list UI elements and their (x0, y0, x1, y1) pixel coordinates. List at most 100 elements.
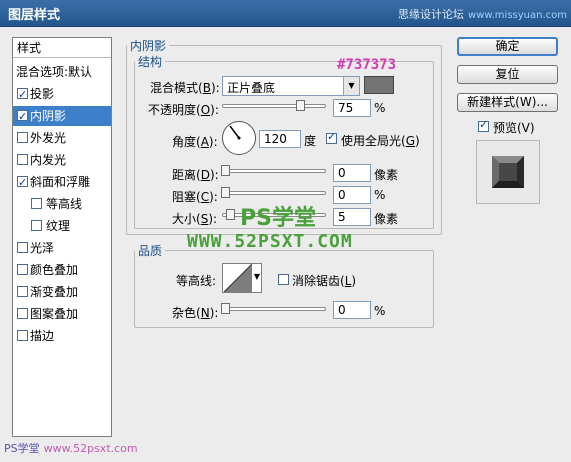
shadow-color-swatch[interactable] (364, 76, 394, 94)
choke-input[interactable]: 0 (333, 186, 371, 204)
style-list-item[interactable]: 内发光 (13, 150, 111, 170)
style-list-item[interactable]: 混合选项:默认 (13, 62, 111, 82)
choke-unit: % (374, 188, 386, 202)
style-checkbox[interactable] (17, 85, 28, 105)
style-list-item-label: 光泽 (30, 241, 55, 255)
global-light-label: 使用全局光(G) (341, 134, 420, 148)
anti-alias-label: 消除锯齿(L) (292, 274, 357, 288)
style-list-item-label: 描边 (30, 329, 55, 343)
style-checkbox[interactable] (17, 264, 28, 275)
style-checkbox[interactable] (31, 198, 42, 209)
global-light-checkbox[interactable] (326, 130, 337, 144)
distance-slider-thumb[interactable] (221, 165, 230, 176)
blend-mode-value: 正片叠底 (227, 81, 276, 95)
color-hex-annotation: #737373 (337, 57, 397, 73)
site-watermark: WWW.52PSXT.COM (187, 231, 353, 252)
style-checkbox[interactable] (17, 242, 28, 253)
style-list-item-label: 混合选项:默认 (16, 65, 93, 79)
style-list-item[interactable]: 渐变叠加 (13, 282, 111, 302)
angle-dial[interactable] (222, 121, 256, 155)
style-list-item-label: 图案叠加 (30, 307, 79, 321)
style-checkbox[interactable] (17, 154, 28, 165)
ok-button[interactable]: 确定 (457, 37, 558, 56)
inner-shadow-title: 内阴影 (130, 39, 167, 53)
style-checkbox[interactable] (17, 107, 28, 127)
style-list-header: 样式 (13, 38, 111, 58)
distance-input[interactable]: 0 (333, 164, 371, 182)
style-list-item-label: 纹理 (46, 219, 71, 233)
contour-curve-icon (224, 264, 252, 292)
style-list-item[interactable]: 投影 (13, 84, 111, 105)
preview-label: 预览(V) (493, 121, 535, 135)
titlebar-watermark: 思缘设计论坛 www.missyuan.com (398, 6, 567, 22)
distance-label: 距离(D): (172, 168, 219, 182)
size-unit: 像素 (374, 212, 399, 226)
choke-label: 阻塞(C): (172, 190, 218, 204)
style-list-item-label: 颜色叠加 (30, 263, 79, 277)
structure-title: 结构 (138, 55, 163, 69)
style-list-item[interactable]: 描边 (13, 326, 111, 346)
anti-alias-checkbox[interactable] (278, 274, 289, 285)
noise-input[interactable]: 0 (333, 301, 371, 319)
bottom-site: www.52psxt.com (43, 442, 138, 455)
chevron-down-icon: ▼ (343, 77, 359, 95)
preview-checkbox[interactable] (478, 118, 489, 132)
noise-label: 杂色(N): (172, 306, 219, 320)
reset-button[interactable]: 复位 (457, 65, 558, 84)
style-list-item[interactable]: 光泽 (13, 238, 111, 258)
size-slider-thumb[interactable] (226, 209, 235, 220)
style-checkbox[interactable] (17, 286, 28, 297)
style-list-item[interactable]: 等高线 (13, 194, 111, 214)
style-list: 样式 混合选项:默认投影内阴影外发光内发光斜面和浮雕等高线纹理光泽颜色叠加渐变叠… (12, 37, 112, 437)
choke-slider-thumb[interactable] (221, 187, 230, 198)
style-checkbox[interactable] (17, 173, 28, 193)
style-list-item[interactable]: 颜色叠加 (13, 260, 111, 280)
style-list-item[interactable]: 内阴影 (13, 106, 111, 127)
style-preview-thumbnail (476, 140, 540, 204)
distance-unit: 像素 (374, 168, 399, 182)
new-style-button[interactable]: 新建样式(W)... (457, 93, 558, 112)
opacity-input[interactable]: 75 (333, 99, 371, 117)
style-list-item-label: 内阴影 (30, 109, 67, 123)
style-list-item-label: 外发光 (30, 131, 67, 145)
choke-slider-track[interactable] (222, 191, 326, 195)
window-title: 图层样式 (8, 8, 61, 23)
style-checkbox[interactable] (17, 132, 28, 143)
blend-mode-label: 混合模式(B): (150, 81, 220, 95)
opacity-slider-track[interactable] (222, 104, 326, 108)
preview-swatch-icon (492, 156, 524, 188)
watermark-site: www.missyuan.com (468, 10, 567, 21)
opacity-slider-thumb[interactable] (296, 100, 305, 111)
style-list-item[interactable]: 纹理 (13, 216, 111, 236)
style-list-item-label: 等高线 (46, 197, 83, 211)
window-titlebar: 图层样式 思缘设计论坛 www.missyuan.com (0, 0, 571, 27)
angle-needle-icon (229, 125, 241, 140)
angle-label: 角度(A): (172, 135, 218, 149)
contour-picker[interactable]: ▼ (222, 263, 262, 293)
angle-unit: 度 (304, 134, 317, 148)
style-list-item[interactable]: 斜面和浮雕 (13, 172, 111, 193)
noise-slider-track[interactable] (222, 307, 326, 311)
style-list-item[interactable]: 外发光 (13, 128, 111, 148)
style-list-item-label: 内发光 (30, 153, 67, 167)
noise-unit: % (374, 304, 386, 318)
distance-slider-track[interactable] (222, 169, 326, 173)
style-checkbox[interactable] (31, 220, 42, 231)
opacity-label: 不透明度(O): (148, 103, 219, 117)
style-list-item-label: 渐变叠加 (30, 285, 79, 299)
noise-slider-thumb[interactable] (221, 303, 230, 314)
opacity-unit: % (374, 101, 386, 115)
quality-title: 品质 (138, 244, 163, 258)
style-checkbox[interactable] (17, 308, 28, 319)
style-list-item[interactable]: 图案叠加 (13, 304, 111, 324)
style-list-item-label: 投影 (30, 87, 55, 101)
contour-chevron-icon: ▼ (253, 272, 260, 281)
blend-mode-select[interactable]: 正片叠底 ▼ (222, 76, 360, 96)
angle-input[interactable]: 120 (259, 130, 301, 148)
bottom-watermark: PS学堂 www.52psxt.com (4, 440, 138, 456)
bottom-brand: PS学堂 (4, 442, 40, 455)
style-checkbox[interactable] (17, 330, 28, 341)
size-label: 大小(S): (172, 212, 218, 226)
size-input[interactable]: 5 (333, 208, 371, 226)
style-list-item-label: 斜面和浮雕 (30, 175, 91, 189)
